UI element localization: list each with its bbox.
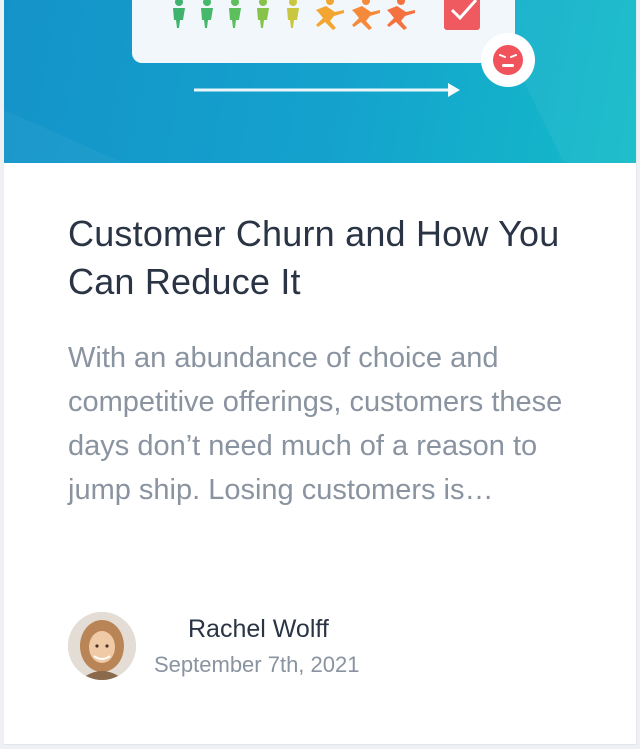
author-name[interactable]: Rachel Wolff: [188, 615, 329, 644]
article-card[interactable]: Customer Churn and How You Can Reduce It…: [4, 0, 637, 745]
checkbox-icon: [444, 0, 480, 30]
article-excerpt: With an abundance of choice and competit…: [68, 342, 563, 506]
angry-face-icon: [481, 33, 535, 87]
avatar[interactable]: [68, 612, 136, 680]
arrow-icon: [194, 83, 460, 97]
author-block: Rachel Wolff September 7th, 2021: [68, 612, 468, 684]
hero-illustration[interactable]: [4, 0, 636, 163]
article-content: Customer Churn and How You Can Reduce It…: [68, 210, 588, 506]
article-title[interactable]: Customer Churn and How You Can Reduce It: [68, 210, 588, 306]
publish-date: September 7th, 2021: [154, 652, 360, 677]
